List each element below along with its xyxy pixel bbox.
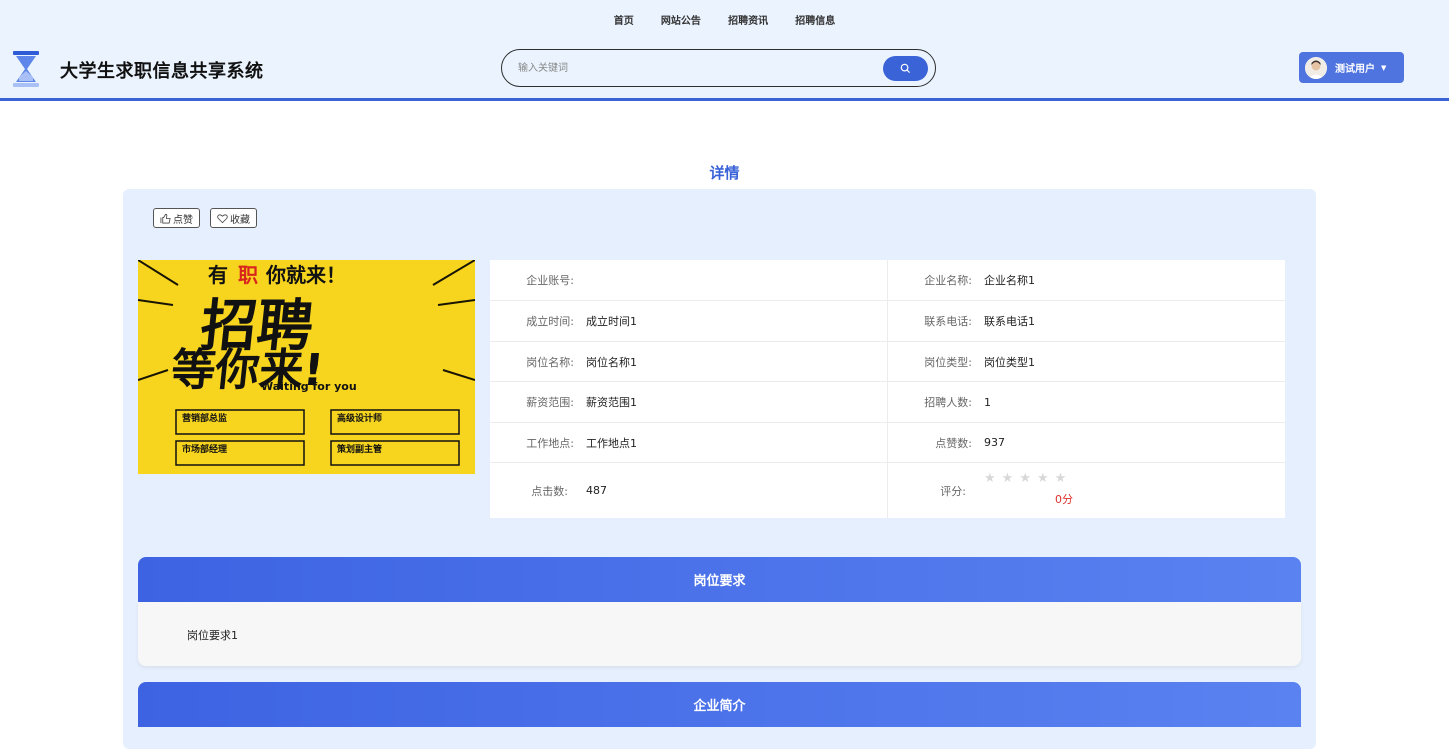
headcount-label: 招聘人数: — [924, 396, 972, 409]
section-body-requirements: 岗位要求1 — [138, 602, 1301, 666]
salary-value: 薪资范围1 — [586, 396, 637, 409]
likes-value: 937 — [984, 436, 1005, 449]
chevron-down-icon: ▼ — [1381, 63, 1387, 72]
section-header-requirements: 岗位要求 — [138, 557, 1301, 602]
position-type-value: 岗位类型1 — [984, 355, 1035, 369]
poster-item-4: 策划副主管 — [336, 443, 382, 455]
search-icon — [900, 63, 911, 74]
phone-label: 联系电话: — [924, 315, 972, 328]
salary-label: 薪资范围: — [526, 396, 574, 409]
poster-line1b: 职 — [238, 263, 258, 287]
job-poster-image: 有 职 你就来！ 招聘 等你来! Waiting for you 营销部总监 高… — [138, 260, 475, 474]
star-icon[interactable]: ★ — [1019, 471, 1037, 486]
like-button[interactable]: 点赞 — [153, 208, 200, 228]
favorite-label: 收藏 — [230, 214, 250, 226]
location-label: 工作地点: — [526, 436, 574, 450]
poster-item-2: 高级设计师 — [337, 412, 382, 424]
clicks-value: 487 — [586, 484, 607, 497]
thumbs-up-icon — [160, 213, 171, 223]
user-name: 测试用户 — [1335, 64, 1375, 75]
poster-item-1: 营销部总监 — [182, 412, 227, 424]
location-value: 工作地点1 — [586, 436, 637, 450]
user-menu-button[interactable]: 测试用户 ▼ — [1299, 52, 1404, 83]
favorite-button[interactable]: 收藏 — [210, 208, 257, 228]
search-button[interactable] — [883, 56, 928, 81]
section-header-company-intro: 企业简介 — [138, 682, 1301, 727]
table-row: 成立时间: 成立时间1 联系电话: 联系电话1 — [490, 301, 1285, 342]
founded-value: 成立时间1 — [586, 315, 637, 328]
likes-label: 点赞数: — [935, 436, 972, 450]
rating-label: 评分: — [940, 484, 966, 498]
star-icon[interactable]: ★ — [1055, 471, 1073, 486]
nav-item-home[interactable]: 首页 — [614, 12, 634, 27]
search-input[interactable] — [518, 59, 878, 77]
site-title: 大学生求职信息共享系统 — [60, 61, 264, 82]
founded-label: 成立时间: — [526, 315, 574, 328]
page-title: 详情 — [709, 164, 740, 182]
nav-item-recruit-news[interactable]: 招聘资讯 — [728, 12, 768, 27]
poster-item-3: 市场部经理 — [182, 443, 227, 455]
rating-stars[interactable]: ★★★★★ — [984, 471, 1072, 486]
top-nav: 首页 网站公告 招聘资讯 招聘信息 — [0, 12, 1449, 27]
table-row: 工作地点: 工作地点1 点赞数: 937 — [490, 423, 1285, 463]
table-row: 岗位名称: 岗位名称1 岗位类型: 岗位类型1 — [490, 342, 1285, 382]
company-account-label: 企业账号: — [526, 274, 574, 287]
clicks-label: 点击数: — [531, 484, 568, 498]
position-name-label: 岗位名称: — [526, 355, 574, 369]
nav-item-recruit-info[interactable]: 招聘信息 — [795, 12, 835, 27]
table-row: 点击数: 487 评分: ★★★★★ 0分 — [490, 463, 1285, 518]
position-type-label: 岗位类型: — [924, 355, 972, 369]
poster-line1a: 有 — [208, 263, 228, 287]
detail-info-table: 企业账号: 企业名称: 企业名称1 成立时间: 成立时间1 联系电话: 联系电话… — [490, 260, 1285, 518]
headcount-value: 1 — [984, 395, 991, 409]
like-label: 点赞 — [173, 214, 193, 226]
table-row: 企业账号: 企业名称: 企业名称1 — [490, 260, 1285, 301]
nav-item-announcements[interactable]: 网站公告 — [661, 12, 701, 27]
company-name-value: 企业名称1 — [984, 274, 1035, 287]
table-row: 薪资范围: 薪资范围1 招聘人数: 1 — [490, 382, 1285, 423]
position-name-value: 岗位名称1 — [586, 355, 637, 369]
search-box — [501, 49, 936, 87]
hourglass-logo-icon — [13, 51, 39, 87]
header: 首页 网站公告 招聘资讯 招聘信息 大学生求职信息共享系统 测试用户 — [0, 0, 1449, 101]
heart-icon — [217, 213, 228, 223]
company-name-label: 企业名称: — [924, 274, 972, 287]
star-icon[interactable]: ★ — [984, 471, 1002, 486]
phone-value: 联系电话1 — [984, 315, 1035, 328]
star-icon[interactable]: ★ — [1002, 471, 1020, 486]
rating-score: 0分 — [1055, 493, 1073, 506]
avatar — [1305, 56, 1327, 79]
poster-sub: Waiting for you — [261, 380, 357, 393]
star-icon[interactable]: ★ — [1037, 471, 1055, 486]
poster-line1c: 你就来！ — [265, 263, 346, 287]
requirements-text: 岗位要求1 — [187, 629, 238, 642]
